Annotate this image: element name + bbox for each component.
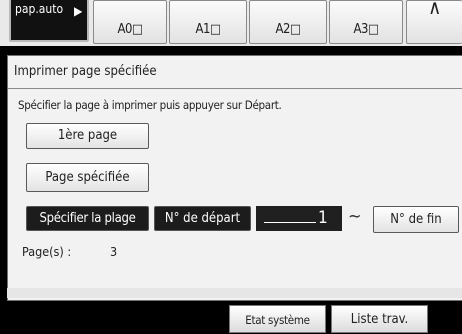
paper-tab-a2-label: A2□: [275, 22, 302, 37]
paper-tab-a0-label: A0□: [117, 22, 144, 37]
print-specified-page-dialog: Imprimer page spécifiée Spécifier la pag…: [7, 55, 462, 301]
start-field-underline: [264, 222, 316, 223]
range-separator: ~: [348, 206, 362, 227]
paper-tab-a1[interactable]: A1□: [169, 0, 247, 44]
dialog-footer-bar: [7, 288, 462, 298]
chevron-up-icon: ∧: [428, 0, 441, 19]
paper-tab-more[interactable]: ∧: [406, 0, 462, 44]
pages-count: 3: [110, 244, 118, 259]
dialog-title: Imprimer page spécifiée: [14, 64, 157, 79]
start-number-value: 1: [318, 208, 328, 228]
paper-tab-a2[interactable]: A2□: [249, 0, 327, 44]
paper-tab-a0[interactable]: A0□: [93, 0, 167, 44]
paper-tab-a3-label: A3□: [353, 22, 380, 37]
paper-size-tabs: pap.auto ▶ A0□ A1□ A2□ A3□ ∧: [0, 0, 462, 46]
specified-page-button[interactable]: Page spécifiée: [26, 163, 149, 192]
instruction-text: Spécifier la page à imprimer puis appuye…: [18, 98, 282, 112]
pages-label: Page(s) :: [22, 244, 72, 259]
first-page-button[interactable]: 1ère page: [26, 123, 149, 149]
paper-tab-a1-label: A1□: [195, 22, 222, 37]
system-status-button[interactable]: Etat système: [229, 305, 326, 333]
paper-tab-a3[interactable]: A3□: [329, 0, 403, 44]
play-arrow-icon: ▶: [74, 4, 83, 18]
printer-panel: pap.auto ▶ A0□ A1□ A2□ A3□ ∧ Imprimer pa…: [0, 0, 462, 333]
job-list-button[interactable]: Liste trav.: [331, 305, 428, 333]
start-number-field[interactable]: 1: [256, 206, 342, 231]
dialog-title-bar: Imprimer page spécifiée: [8, 56, 462, 89]
paper-auto-tab[interactable]: pap.auto ▶: [9, 0, 89, 42]
end-number-button[interactable]: N° de fin: [373, 206, 459, 233]
specify-range-button[interactable]: Spécifier la plage: [26, 206, 149, 231]
start-number-button[interactable]: N° de départ: [154, 206, 251, 231]
paper-auto-label: pap.auto: [15, 2, 64, 16]
